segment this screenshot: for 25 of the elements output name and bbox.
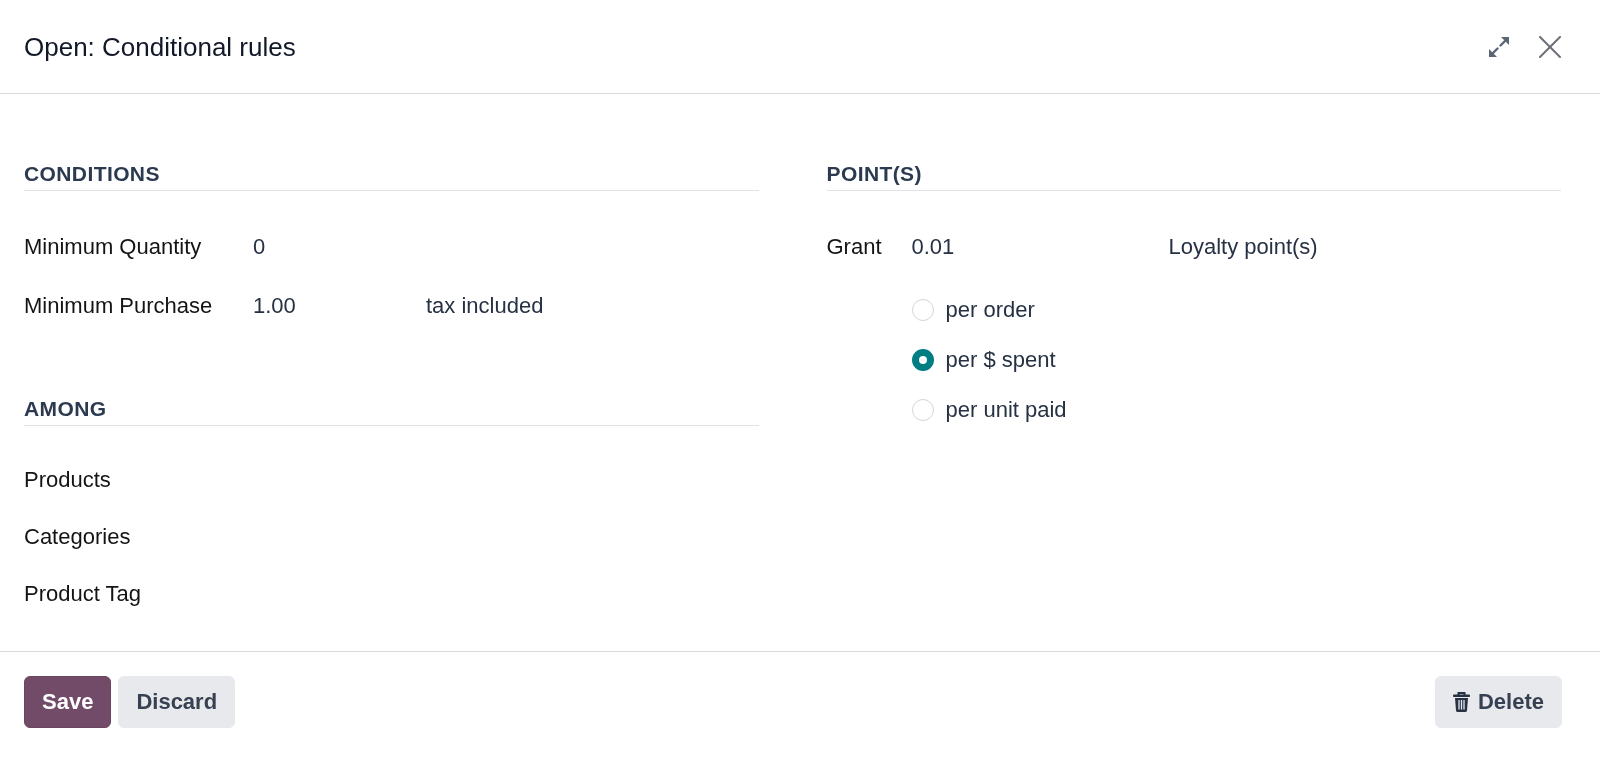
- input-field[interactable]: 1.00: [253, 289, 403, 322]
- section-heading: CONDITIONS: [24, 162, 160, 186]
- section-heading: AMONG: [24, 397, 107, 421]
- input-field[interactable]: 0: [253, 230, 403, 263]
- dialog-title: Open: Conditional rules: [24, 30, 297, 63]
- radio-label[interactable]: per order: [945, 296, 1035, 324]
- unit-label: tax included: [426, 291, 544, 320]
- delete-button[interactable]: Delete: [1434, 676, 1562, 728]
- field-label: Minimum Quantity: [24, 232, 202, 261]
- close-icon[interactable]: [1539, 35, 1561, 58]
- field-label: Product Tag: [24, 579, 141, 608]
- trash-icon: [1452, 692, 1470, 712]
- section-heading: POINT(S): [826, 162, 922, 186]
- radio-label[interactable]: per $ spent: [945, 346, 1056, 374]
- field-label: Products: [24, 465, 111, 494]
- expand-icon[interactable]: [1489, 36, 1509, 57]
- discard-button[interactable]: Discard: [118, 676, 236, 728]
- save-button[interactable]: Save: [24, 676, 112, 728]
- input-field[interactable]: 0.01: [911, 230, 1062, 263]
- radio-label[interactable]: per unit paid: [945, 396, 1067, 424]
- field-label: Grant: [826, 232, 882, 261]
- field-label: Minimum Purchase: [24, 291, 213, 320]
- radio-button[interactable]: [911, 349, 934, 371]
- field-label: Categories: [24, 522, 131, 551]
- unit-label: Loyalty point(s): [1168, 232, 1318, 261]
